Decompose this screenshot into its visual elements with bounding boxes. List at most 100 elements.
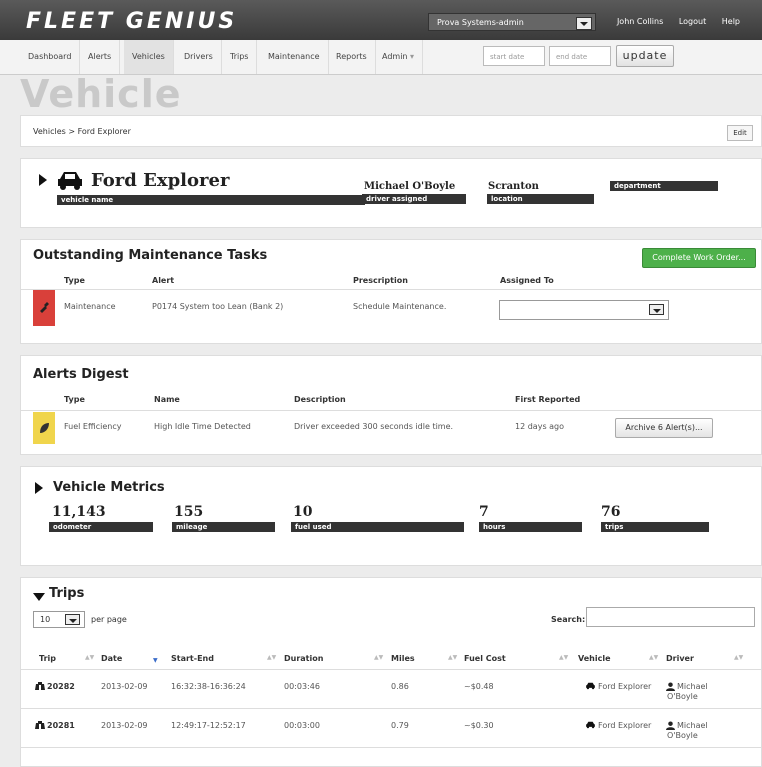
trip-driver-last[interactable]: O'Boyle <box>667 731 698 740</box>
col-type: Type <box>64 395 85 404</box>
sort-icon[interactable]: ▲▼ <box>734 654 743 661</box>
user-icon <box>666 682 675 691</box>
per-page-select[interactable]: 10 <box>33 611 85 628</box>
col-fuel-cost[interactable]: Fuel Cost <box>464 654 506 663</box>
location-value: Scranton <box>488 181 539 192</box>
sort-icon[interactable]: ▲▼ <box>649 654 658 661</box>
col-name: Name <box>154 395 180 404</box>
trip-id[interactable]: 20282 <box>47 682 75 691</box>
sort-icon[interactable]: ▲▼ <box>559 654 568 661</box>
tab-trips[interactable]: Trips <box>222 40 258 74</box>
account-select[interactable]: Prova Systems-admin <box>428 13 596 31</box>
sort-icon[interactable]: ▲▼ <box>85 654 94 661</box>
alert-type: Fuel Efficiency <box>64 422 122 431</box>
col-start-end[interactable]: Start-End <box>171 654 214 663</box>
divider <box>21 747 761 748</box>
driver-assigned-label: driver assigned <box>362 194 466 204</box>
col-driver[interactable]: Driver <box>666 654 694 663</box>
trip-fuel-cost: ~$0.48 <box>464 682 494 691</box>
help-link[interactable]: Help <box>722 17 740 26</box>
divider <box>21 289 761 290</box>
alerts-digest-card: Alerts Digest Type Name Description Firs… <box>20 355 762 455</box>
app-logo[interactable]: FLEET GENIUS <box>26 9 237 34</box>
logout-link[interactable]: Logout <box>679 17 706 26</box>
trip-duration: 00:03:46 <box>284 682 320 691</box>
odometer-label: odometer <box>49 522 153 532</box>
expand-arrow-icon[interactable] <box>39 174 47 186</box>
hours-label: hours <box>479 522 582 532</box>
car-icon <box>586 721 595 729</box>
tab-dashboard[interactable]: Dashboard <box>20 40 81 74</box>
expand-arrow-icon[interactable] <box>35 482 43 494</box>
alert-first-reported: 12 days ago <box>515 422 565 431</box>
trip-start-end: 12:49:17-12:52:17 <box>171 721 246 730</box>
chevron-down-icon[interactable] <box>576 17 592 30</box>
binoculars-icon <box>35 682 45 690</box>
col-vehicle[interactable]: Vehicle <box>578 654 611 663</box>
divider <box>21 410 761 411</box>
trip-driver-first[interactable]: Michael <box>677 721 708 730</box>
trip-date: 2013-02-09 <box>101 682 148 691</box>
assigned-to-select[interactable] <box>499 300 669 320</box>
trips-title: Trips <box>49 586 85 601</box>
trips-value: 76 <box>601 504 621 520</box>
update-button[interactable]: update <box>616 45 674 67</box>
chevron-down-icon: ▾ <box>410 52 415 61</box>
trip-vehicle[interactable]: Ford Explorer <box>598 682 651 691</box>
user-name-link[interactable]: John Collins <box>617 17 663 26</box>
col-trip[interactable]: Trip <box>39 654 56 663</box>
archive-alerts-button[interactable]: Archive 6 Alert(s)... <box>615 418 713 438</box>
tab-reports[interactable]: Reports <box>328 40 376 74</box>
col-alert: Alert <box>152 276 175 285</box>
tab-admin[interactable]: Admin ▾ <box>374 40 424 74</box>
trip-driver-first[interactable]: Michael <box>677 682 708 691</box>
sort-icon[interactable]: ▲▼ <box>374 654 383 661</box>
tab-drivers[interactable]: Drivers <box>176 40 222 74</box>
trip-vehicle[interactable]: Ford Explorer <box>598 721 651 730</box>
search-label: Search: <box>551 615 586 624</box>
department-label: department <box>610 181 718 191</box>
mileage-value: 155 <box>174 504 204 520</box>
sort-icon[interactable]: ▲▼ <box>448 654 457 661</box>
chevron-down-icon[interactable] <box>65 614 80 625</box>
table-row[interactable]: 20281 2013-02-09 12:49:17-12:52:17 00:03… <box>21 709 761 747</box>
tab-maintenance[interactable]: Maintenance <box>260 40 329 74</box>
driver-assigned-value: Michael O'Boyle <box>364 181 456 192</box>
trip-miles: 0.79 <box>391 721 409 730</box>
trips-card: Trips 10 per page Search: Trip ▲▼ Date ▼… <box>20 577 762 767</box>
col-miles[interactable]: Miles <box>391 654 415 663</box>
vehicle-metrics-card: Vehicle Metrics 11,143 odometer 155 mile… <box>20 466 762 566</box>
sort-active-icon[interactable]: ▼ <box>153 657 158 664</box>
sort-icon[interactable]: ▲▼ <box>267 654 276 661</box>
fuel-used-value: 10 <box>293 504 313 520</box>
chevron-down-icon[interactable] <box>649 304 664 315</box>
maintenance-type: Maintenance <box>64 302 116 311</box>
location-label: location <box>487 194 594 204</box>
breadcrumb[interactable]: Vehicles > Ford Explorer <box>33 127 131 136</box>
table-row[interactable]: 20282 2013-02-09 16:32:38-16:36:24 00:03… <box>21 670 761 708</box>
tab-admin-label: Admin <box>382 52 408 61</box>
edit-button[interactable]: Edit <box>727 125 753 141</box>
complete-work-order-button[interactable]: Complete Work Order... <box>642 248 756 268</box>
col-date[interactable]: Date <box>101 654 122 663</box>
search-input[interactable] <box>586 607 755 627</box>
col-duration[interactable]: Duration <box>284 654 323 663</box>
maintenance-card: Outstanding Maintenance Tasks Complete W… <box>20 239 762 344</box>
top-bar: FLEET GENIUS Prova Systems-admin John Co… <box>0 0 762 40</box>
car-icon <box>586 682 595 690</box>
maintenance-alert[interactable]: P0174 System too Lean (Bank 2) <box>152 302 283 311</box>
per-page-label: per page <box>91 615 127 624</box>
user-icon <box>666 721 675 730</box>
trip-driver-last[interactable]: O'Boyle <box>667 692 698 701</box>
col-assigned-to: Assigned To <box>500 276 554 285</box>
tab-alerts[interactable]: Alerts <box>80 40 121 74</box>
start-date-input[interactable]: start date <box>483 46 545 66</box>
collapse-arrow-icon[interactable] <box>33 593 45 601</box>
vehicle-name-label: vehicle name <box>57 195 365 205</box>
alert-name[interactable]: High Idle Time Detected <box>154 422 251 431</box>
end-date-input[interactable]: end date <box>549 46 611 66</box>
trip-id[interactable]: 20281 <box>47 721 75 730</box>
fuel-used-label: fuel used <box>291 522 464 532</box>
tab-vehicles[interactable]: Vehicles <box>124 40 174 74</box>
col-prescription: Prescription <box>353 276 408 285</box>
